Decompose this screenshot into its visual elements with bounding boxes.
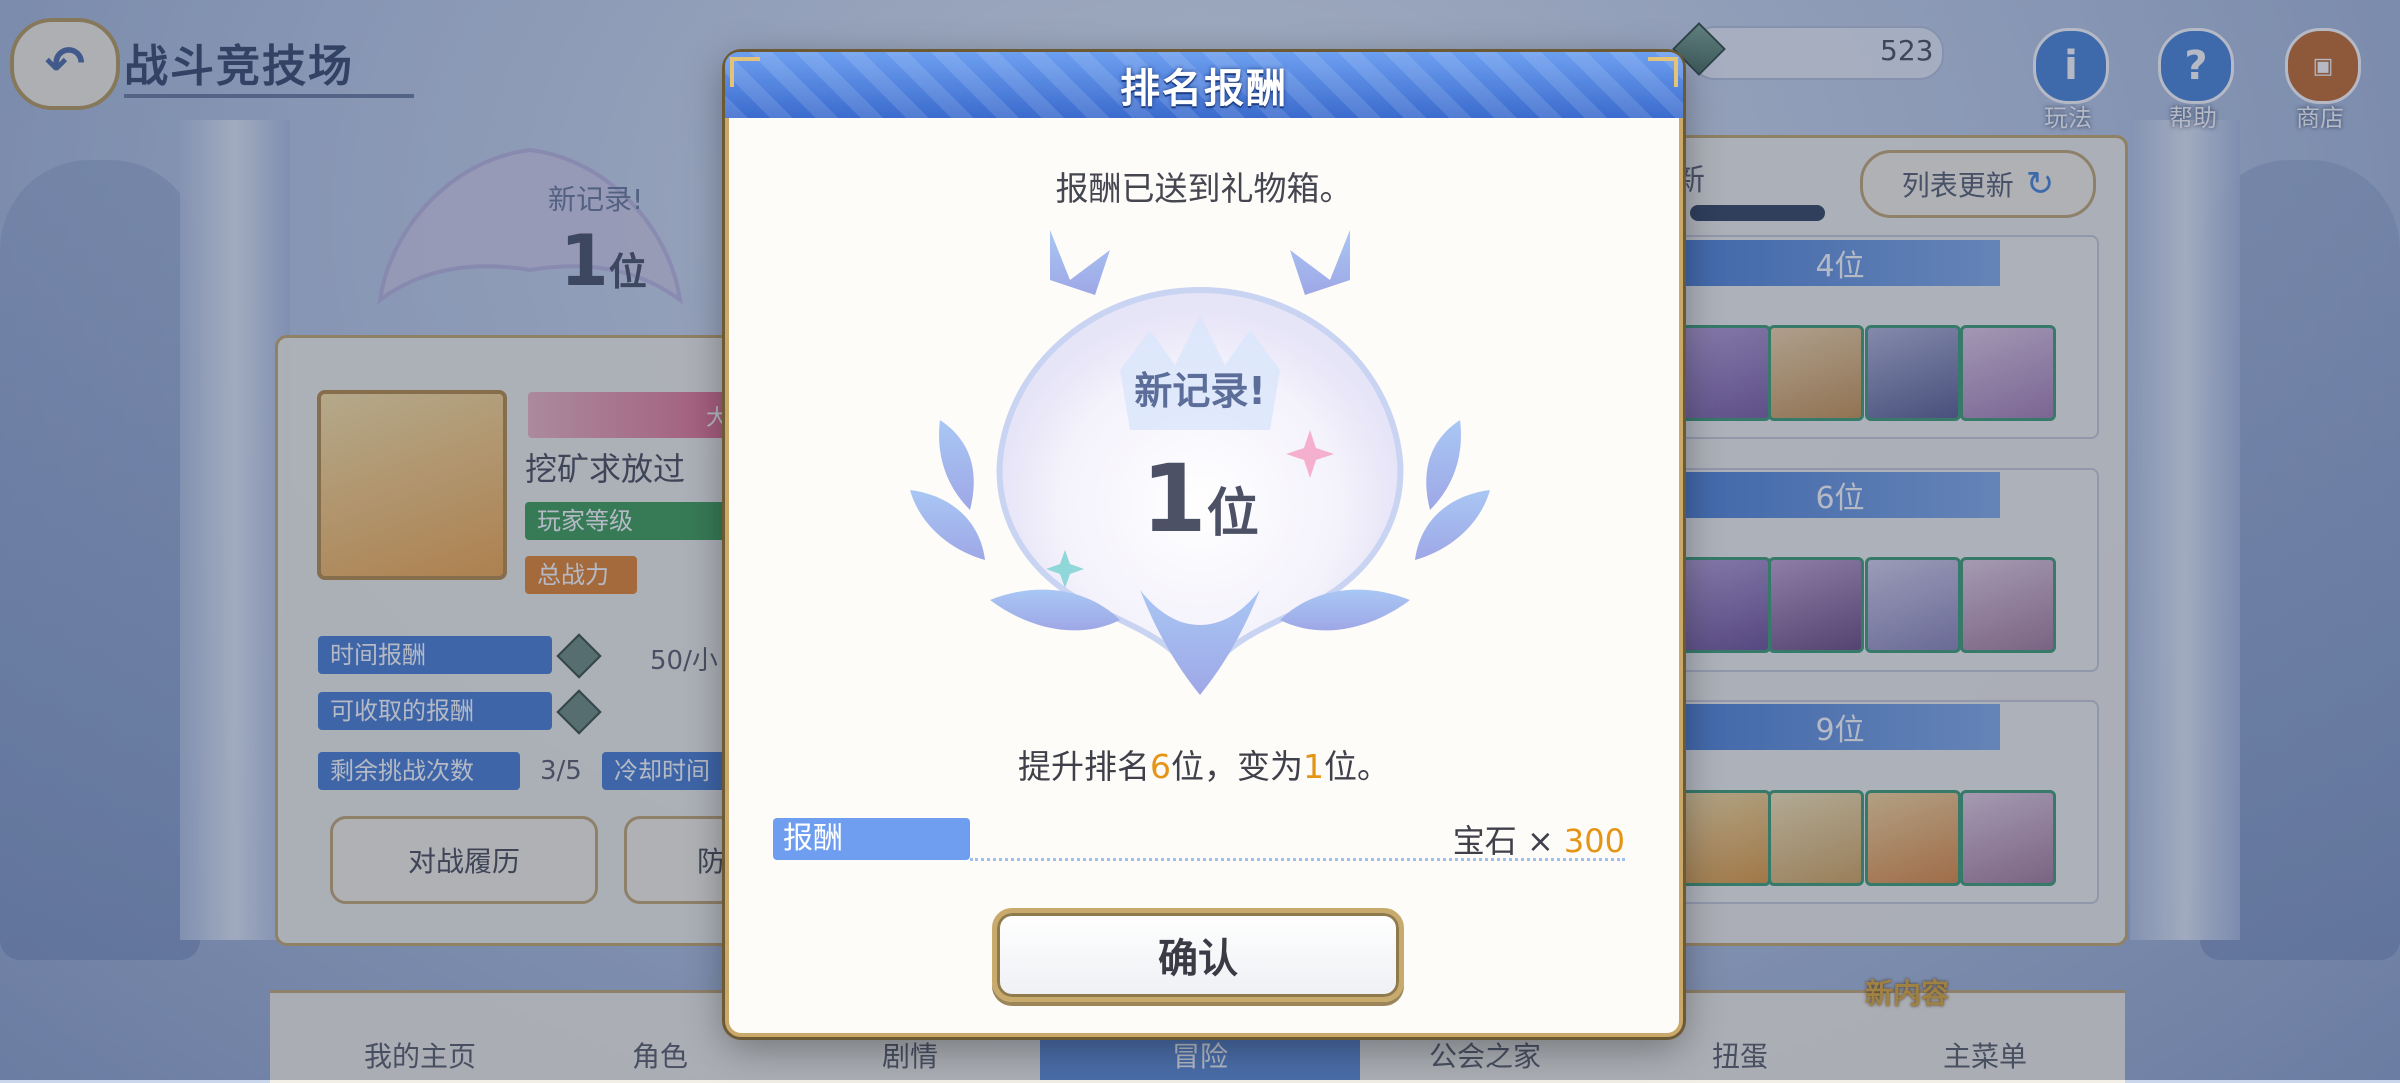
new-rank-number: 1 <box>1141 445 1207 554</box>
reward-label: 报酬 <box>773 818 970 860</box>
rank-change-mid: 位，变为 <box>1171 747 1303 786</box>
dialog-header: 排名报酬 <box>725 52 1683 118</box>
rank-change-text: 提升排名6位，变为1位。 <box>725 740 1683 788</box>
reward-times: × <box>1526 822 1554 860</box>
rank-change-amount: 6 <box>1150 747 1171 786</box>
rank-change-new-rank: 1 <box>1303 747 1324 786</box>
corner-ornament <box>1648 57 1678 87</box>
reward-amount: 宝石 × 300 <box>1400 816 1625 862</box>
rank-change-suffix: 位。 <box>1324 747 1390 786</box>
dialog-message: 报酬已送到礼物箱。 <box>1055 169 1353 208</box>
new-record-label: 新记录! <box>1134 369 1266 413</box>
new-rank-display: 1位 <box>1100 445 1300 554</box>
new-rank-suffix: 位 <box>1206 484 1259 544</box>
dialog-title: 排名报酬 <box>1120 66 1288 112</box>
confirm-button[interactable]: 确认 <box>992 908 1404 1002</box>
rank-change-prefix: 提升排名 <box>1018 747 1150 786</box>
reward-item-name: 宝石 <box>1452 822 1517 860</box>
reward-quantity: 300 <box>1563 822 1625 860</box>
corner-ornament <box>730 57 760 87</box>
